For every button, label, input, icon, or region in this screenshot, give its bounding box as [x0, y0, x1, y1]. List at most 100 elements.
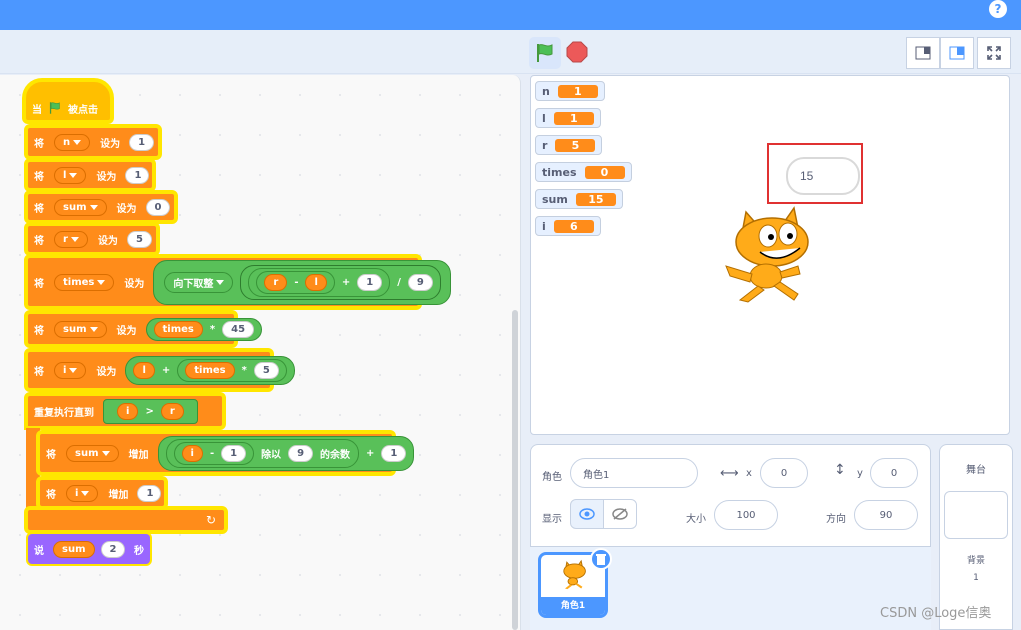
multiply-operator-block[interactable]: times * 45: [145, 317, 263, 341]
variable-reporter[interactable]: times: [153, 320, 203, 338]
variable-dropdown[interactable]: l: [54, 166, 87, 184]
set-r-block[interactable]: 将 r 设为 5: [26, 224, 158, 254]
monitor-n[interactable]: n1: [535, 81, 605, 101]
operator-label: /: [397, 276, 401, 288]
chevron-down-icon: [216, 279, 225, 285]
x-input[interactable]: 0: [760, 458, 808, 488]
variable-dropdown[interactable]: times: [54, 273, 115, 291]
by-label: 增加: [128, 449, 149, 461]
set-n-block[interactable]: 将 n 设为 1: [26, 126, 160, 158]
divide-operator-block[interactable]: r - l + 1 / 9: [240, 264, 441, 300]
small-stage-button[interactable]: [906, 37, 940, 69]
monitor-i[interactable]: i6: [535, 216, 601, 236]
value-input[interactable]: 0: [145, 198, 171, 216]
eye-icon: [579, 508, 595, 520]
mod-operator-block[interactable]: i - 1 除以 9 的余数: [165, 438, 360, 468]
to-label: 设为: [97, 235, 118, 247]
delete-sprite-button[interactable]: [590, 548, 612, 570]
variable-reporter[interactable]: l: [133, 361, 155, 379]
when-flag-clicked-block[interactable]: 当 被点击: [24, 80, 112, 122]
value-input[interactable]: 1: [129, 133, 155, 151]
add-operator-block[interactable]: i - 1 除以 9 的余数 + 1: [157, 435, 415, 471]
add-operator-block[interactable]: l + times * 5: [125, 355, 295, 385]
sprite-name-input[interactable]: 角色1: [570, 458, 698, 488]
clicked-label: 被点击: [68, 104, 98, 116]
fullscreen-button[interactable]: [977, 37, 1011, 69]
value-input[interactable]: 1: [137, 484, 161, 502]
set-keyword: 将: [34, 278, 44, 290]
variable-reporter[interactable]: l: [305, 273, 327, 291]
operator-label: -: [294, 276, 299, 288]
variable-reporter[interactable]: r: [160, 402, 184, 420]
stop-button[interactable]: [566, 41, 588, 63]
variable-reporter[interactable]: i: [181, 444, 203, 462]
show-visible-button[interactable]: [570, 499, 604, 529]
operator-label: *: [241, 364, 247, 376]
seconds-input[interactable]: 2: [100, 540, 125, 558]
add-operator-block[interactable]: r - l + 1: [248, 267, 391, 297]
variable-dropdown[interactable]: sum: [54, 320, 107, 338]
variable-dropdown[interactable]: sum: [54, 198, 107, 216]
variable-name: i: [63, 364, 67, 376]
variable-dropdown[interactable]: r: [54, 230, 88, 248]
set-sum-block[interactable]: 将 sum 设为 0: [26, 192, 176, 222]
value-input[interactable]: 45: [222, 320, 255, 338]
chevron-down-icon: [70, 236, 79, 242]
set-l-block[interactable]: 将 l 设为 1: [26, 160, 154, 190]
variable-reporter[interactable]: i: [117, 402, 139, 420]
show-hidden-button[interactable]: [603, 499, 637, 529]
operator-label: +: [161, 364, 171, 376]
value-input[interactable]: 1: [381, 444, 407, 462]
value-input[interactable]: 1: [221, 444, 247, 462]
variable-dropdown[interactable]: n: [54, 133, 91, 151]
monitor-value: 5: [555, 138, 596, 152]
direction-input[interactable]: 90: [854, 500, 918, 530]
size-input[interactable]: 100: [714, 500, 778, 530]
cat-sprite[interactable]: [720, 204, 820, 306]
set-keyword: 将: [34, 203, 44, 215]
help-button[interactable]: ?: [989, 0, 1007, 18]
chevron-down-icon: [101, 450, 110, 456]
variable-dropdown[interactable]: i: [54, 361, 87, 379]
change-sum-block[interactable]: 将 sum 增加 i - 1 除以 9 的余数 + 1: [38, 432, 415, 474]
monitor-times[interactable]: times 0: [535, 162, 632, 182]
variable-dropdown[interactable]: i: [66, 484, 99, 502]
normal-stage-icon: [949, 46, 965, 60]
code-scrollbar[interactable]: [512, 310, 518, 630]
set-i-block[interactable]: 将 i 设为 l + times * 5: [26, 350, 295, 390]
set-keyword: 将: [34, 138, 44, 150]
change-i-block[interactable]: 将 i 增加 1: [38, 478, 166, 508]
value-input[interactable]: 1: [357, 273, 383, 291]
variable-dropdown[interactable]: sum: [66, 444, 119, 462]
value-input[interactable]: 1: [125, 166, 149, 184]
math-function-block[interactable]: 向下取整 r - l + 1 / 9: [153, 259, 451, 305]
value-input[interactable]: 9: [407, 273, 433, 291]
set-sum-expression-block[interactable]: 将 sum 设为 times * 45: [26, 312, 263, 346]
variable-reporter[interactable]: sum: [53, 540, 95, 558]
normal-stage-button[interactable]: [940, 37, 974, 69]
say-for-secs-block[interactable]: 说 sum 2 秒: [28, 534, 150, 564]
variable-reporter[interactable]: times: [185, 361, 235, 379]
value-input[interactable]: 5: [253, 361, 279, 379]
subtract-operator-block[interactable]: r - l: [256, 270, 335, 294]
subtract-operator-block[interactable]: i - 1: [173, 441, 255, 465]
monitor-label: sum: [542, 192, 568, 206]
value-input[interactable]: 9: [288, 444, 314, 462]
stage-thumbnail[interactable]: [944, 491, 1008, 539]
function-dropdown[interactable]: 向下取整: [164, 271, 234, 293]
repeat-until-block[interactable]: 重复执行直到 i > r: [26, 394, 224, 428]
monitor-sum[interactable]: sum 15: [535, 189, 623, 209]
set-times-block[interactable]: 将 times 设为 向下取整 r - l + 1 / 9: [26, 256, 451, 308]
fullscreen-icon: [987, 46, 1001, 60]
multiply-operator-block[interactable]: times * 5: [177, 358, 287, 382]
variable-reporter[interactable]: r: [264, 273, 288, 291]
value-input[interactable]: 5: [126, 230, 152, 248]
monitor-l[interactable]: l1: [535, 108, 601, 128]
y-input[interactable]: 0: [870, 458, 918, 488]
monitor-r[interactable]: r5: [535, 135, 603, 155]
green-flag-button[interactable]: [529, 37, 561, 69]
variable-name: sum: [75, 447, 99, 459]
loop-arrow-icon: ↻: [205, 513, 216, 527]
change-keyword: 将: [46, 449, 56, 461]
greater-than-operator-block[interactable]: i > r: [103, 398, 198, 424]
